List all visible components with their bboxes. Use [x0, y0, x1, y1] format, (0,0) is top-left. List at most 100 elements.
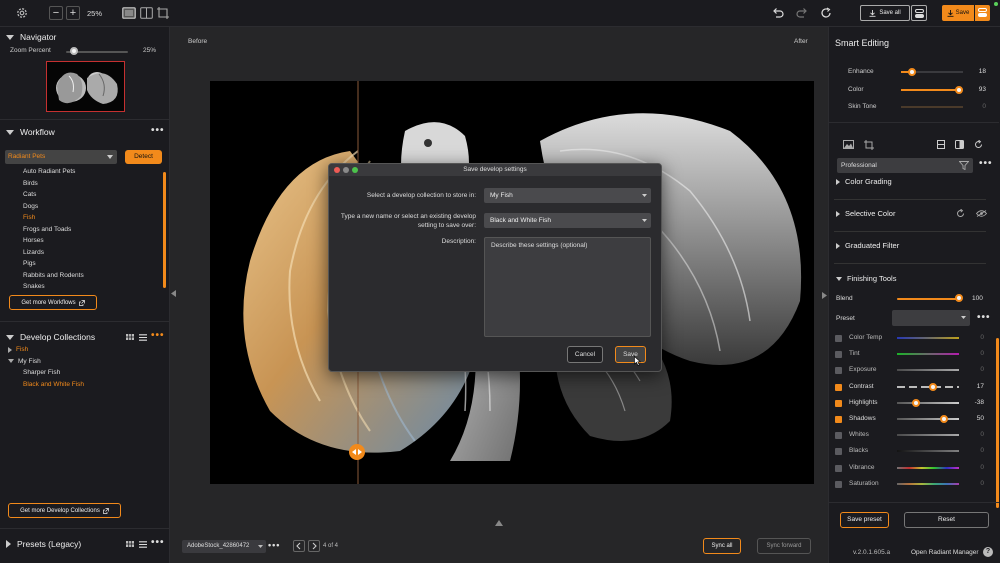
next-image-button[interactable]: [308, 540, 320, 552]
navigator-header[interactable]: Navigator: [6, 32, 56, 42]
right-panel-collapse-icon[interactable]: [822, 292, 827, 301]
preset-select[interactable]: [892, 310, 970, 326]
finishing-knob[interactable]: [939, 415, 948, 423]
split-view-icon[interactable]: [140, 7, 153, 19]
workflow-more-icon[interactable]: •••: [151, 125, 165, 136]
workflow-item[interactable]: Pigs: [23, 260, 36, 267]
finishing-checkbox[interactable]: [835, 480, 842, 488]
finishing-checkbox[interactable]: [835, 432, 842, 440]
finishing-checkbox[interactable]: [835, 383, 842, 391]
zoom-in-button[interactable]: +: [66, 6, 80, 20]
finishing-track[interactable]: [897, 385, 959, 388]
help-icon[interactable]: ?: [983, 547, 993, 557]
finishing-track[interactable]: [897, 450, 959, 453]
finishing-track[interactable]: [897, 401, 959, 404]
workflow-item[interactable]: Auto Radiant Pets: [23, 168, 75, 175]
workflow-item[interactable]: Birds: [23, 180, 38, 187]
preset-style-more-icon[interactable]: •••: [979, 158, 993, 169]
workflow-item[interactable]: Lizards: [23, 249, 44, 256]
undo-icon[interactable]: [772, 7, 784, 19]
develop-collections-more-icon[interactable]: •••: [151, 330, 165, 341]
workflow-header[interactable]: Workflow: [6, 127, 55, 137]
reset-section-icon[interactable]: [956, 208, 965, 220]
open-manager-link[interactable]: Open Radiant Manager: [911, 549, 979, 556]
refresh-icon[interactable]: [820, 7, 832, 19]
zoom-slider-knob[interactable]: [69, 47, 78, 55]
section-header[interactable]: Finishing Tools: [836, 274, 896, 283]
finishing-track[interactable]: [897, 337, 959, 339]
finishing-checkbox[interactable]: [835, 464, 842, 472]
finishing-track[interactable]: [897, 369, 959, 372]
right-scrollbar[interactable]: [996, 338, 999, 508]
workflow-item[interactable]: Frogs and Toads: [23, 226, 71, 233]
setting-name-select[interactable]: Black and White Fish: [484, 213, 651, 228]
prev-image-button[interactable]: [293, 540, 305, 552]
save-button[interactable]: Save: [942, 5, 974, 21]
filename-select[interactable]: AdobeStock_42860472: [182, 540, 266, 553]
collection-tree-item[interactable]: My Fish: [8, 358, 41, 365]
section-header[interactable]: Selective Color: [836, 209, 895, 218]
finishing-knob[interactable]: [912, 398, 921, 407]
settings-gear-icon[interactable]: [15, 6, 29, 20]
save-all-button[interactable]: Save all: [860, 5, 910, 21]
workflow-scrollbar[interactable]: [163, 172, 166, 288]
filmstrip-toggle-icon[interactable]: [495, 520, 503, 528]
list-view-icon[interactable]: [139, 334, 147, 341]
workflow-item[interactable]: Fish: [23, 214, 35, 221]
presets-more-icon[interactable]: •••: [151, 537, 165, 548]
crop-icon[interactable]: [864, 140, 874, 150]
section-header[interactable]: Color Grading: [836, 177, 892, 186]
left-panel-collapse-icon[interactable]: [171, 290, 176, 299]
description-textarea[interactable]: Describe these settings (optional): [484, 237, 651, 337]
list-view-icon[interactable]: [139, 541, 147, 548]
finishing-knob[interactable]: [929, 382, 938, 391]
develop-collections-header[interactable]: Develop Collections: [6, 332, 95, 342]
finishing-track[interactable]: [897, 482, 959, 485]
split-handle[interactable]: [349, 444, 365, 460]
finishing-checkbox[interactable]: [835, 335, 842, 342]
zoom-out-button[interactable]: −: [49, 6, 63, 20]
collection-tree-item[interactable]: Sharper Fish: [23, 369, 60, 376]
save-toggle[interactable]: [975, 5, 990, 21]
redo-icon[interactable]: [796, 7, 808, 19]
finishing-track[interactable]: [897, 353, 959, 356]
smart-slider-knob[interactable]: [908, 68, 917, 76]
finishing-checkbox[interactable]: [835, 448, 842, 456]
preset-more-icon[interactable]: •••: [977, 312, 991, 323]
get-more-workflows-button[interactable]: Get more Workflows: [9, 295, 97, 310]
get-more-collections-button[interactable]: Get more Develop Collections: [8, 503, 121, 518]
workflow-item[interactable]: Snakes: [23, 283, 45, 290]
rotate-icon[interactable]: [974, 140, 983, 149]
workflow-item[interactable]: Rabbits and Rodents: [23, 272, 84, 279]
collection-tree-item[interactable]: Fish: [8, 346, 28, 353]
finishing-checkbox[interactable]: [835, 399, 842, 407]
filename-more-icon[interactable]: •••: [268, 540, 280, 550]
navigator-thumbnail[interactable]: [46, 61, 125, 112]
sync-forward-button[interactable]: Sync forward: [757, 538, 811, 554]
sync-all-button[interactable]: Sync all: [703, 538, 741, 554]
single-view-icon[interactable]: [122, 7, 136, 19]
presets-header[interactable]: Presets (Legacy): [6, 539, 81, 549]
workflow-item[interactable]: Dogs: [23, 203, 38, 210]
smart-slider-knob[interactable]: [954, 85, 963, 94]
collection-select[interactable]: My Fish: [484, 188, 651, 203]
dialog-cancel-button[interactable]: Cancel: [567, 346, 603, 363]
collection-tree-item[interactable]: Black and White Fish: [23, 381, 84, 388]
save-all-toggle[interactable]: [911, 5, 927, 21]
crop-view-icon[interactable]: [156, 6, 170, 20]
finishing-checkbox[interactable]: [835, 416, 842, 423]
image-icon[interactable]: [843, 140, 854, 149]
layers-icon[interactable]: [937, 140, 945, 149]
save-preset-button[interactable]: Save preset: [840, 512, 889, 528]
grid-view-icon[interactable]: [126, 541, 134, 547]
preset-style-select[interactable]: Professional: [837, 158, 973, 173]
workflow-select[interactable]: Radiant Pets: [5, 150, 117, 164]
finishing-checkbox[interactable]: [835, 367, 842, 375]
section-header[interactable]: Graduated Filter: [836, 241, 899, 250]
blend-knob[interactable]: [955, 294, 963, 302]
reset-button[interactable]: Reset: [904, 512, 989, 528]
dialog-save-button[interactable]: Save: [615, 346, 646, 363]
finishing-track[interactable]: [897, 418, 959, 420]
grid-view-icon[interactable]: [126, 334, 134, 340]
visibility-eye-icon[interactable]: [975, 210, 988, 219]
